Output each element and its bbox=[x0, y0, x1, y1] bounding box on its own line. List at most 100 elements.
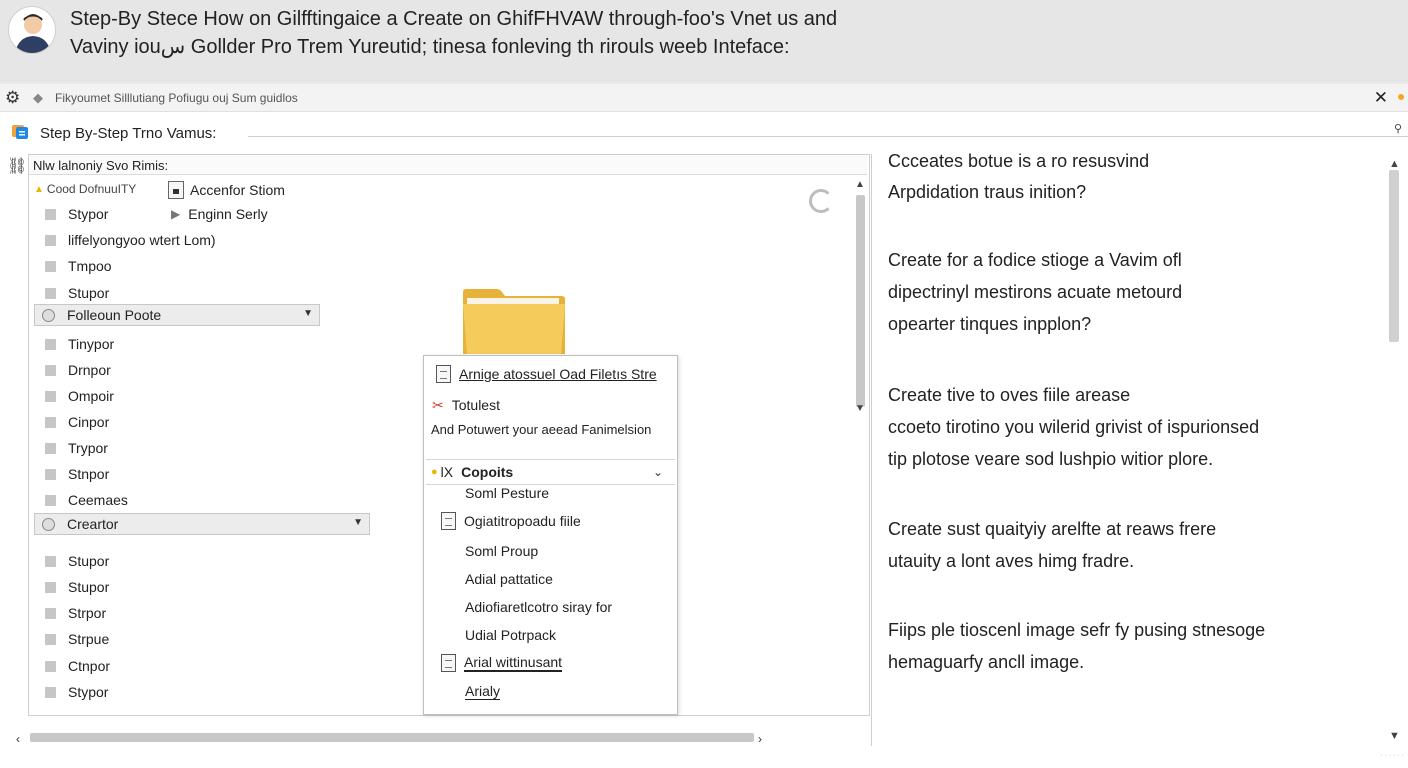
banner-headline: Step-By Stece How on Gilfftingaice a Cre… bbox=[70, 8, 838, 30]
menu-item-label: Soml Pesture bbox=[465, 485, 550, 501]
section-prefix: lX bbox=[440, 464, 454, 480]
menu-item-label: Totulest bbox=[451, 397, 500, 413]
list-item[interactable]: Ctnpor bbox=[45, 655, 110, 677]
dropdown-folleoun[interactable]: Folleoun Poote ▼ bbox=[34, 304, 320, 326]
checkbox[interactable] bbox=[45, 494, 56, 506]
toolbar-title: Step By-Step Trno Vamus: bbox=[40, 125, 217, 142]
chevron-up-icon[interactable]: ▲ bbox=[1389, 158, 1400, 170]
scrollbar-thumb[interactable] bbox=[1389, 170, 1399, 342]
list-item[interactable]: Stupor bbox=[45, 282, 109, 304]
watermark: · · · · · · bbox=[1380, 752, 1404, 759]
menu-item-label: Arial wittinusant bbox=[464, 654, 563, 672]
list-item-label: Strpor bbox=[68, 605, 107, 621]
checkbox[interactable] bbox=[45, 686, 56, 698]
list-item-label: Drnpor bbox=[68, 362, 111, 378]
checkbox[interactable] bbox=[45, 287, 56, 299]
chevron-down-icon[interactable]: ▼ bbox=[1389, 730, 1400, 742]
menu-item[interactable]: ✂ Totulest bbox=[432, 394, 500, 416]
list-item[interactable]: Trypor bbox=[45, 437, 108, 459]
menu-item-label: Ogiatitropoadu fiile bbox=[464, 513, 581, 529]
checkbox[interactable] bbox=[45, 660, 56, 672]
checkbox[interactable] bbox=[45, 468, 56, 480]
list-item-label: Trypor bbox=[68, 440, 108, 456]
list-item[interactable]: Drnpor bbox=[45, 359, 111, 381]
checkbox[interactable] bbox=[45, 416, 56, 428]
warning-row[interactable]: ▲ Cood DofnuuITY bbox=[34, 178, 136, 200]
horizontal-scrollbar-thumb[interactable] bbox=[30, 733, 754, 742]
menu-item[interactable]: Soml Proup bbox=[465, 540, 538, 562]
list-item[interactable]: Tinypor bbox=[45, 333, 114, 355]
list-item-label: Tinypor bbox=[68, 336, 115, 352]
dropdown-creartor[interactable]: Creartor ▼ bbox=[34, 513, 370, 535]
checkbox[interactable] bbox=[45, 364, 56, 376]
banner-subheadline: Vaviny iouس Gollder Pro Trem Yureutid; t… bbox=[70, 36, 790, 58]
checkbox[interactable] bbox=[45, 390, 56, 402]
checkbox[interactable] bbox=[45, 442, 56, 454]
list-item[interactable]: Stupor bbox=[45, 576, 109, 598]
panel-header-label: Nlw lalnoniy Svo Rimis: bbox=[33, 158, 169, 173]
checkbox[interactable] bbox=[45, 633, 56, 645]
menu-item[interactable]: Arialy bbox=[465, 680, 501, 702]
paragraph-line: Create tive to oves fiile arease bbox=[888, 385, 1131, 405]
list-item-label: Stypor bbox=[68, 206, 109, 222]
list-item[interactable]: Stupor bbox=[45, 550, 109, 572]
section-label: Copoits bbox=[461, 464, 514, 480]
window-title: Fikyoumet Silllutiang Pofiugu ouj Sum gu… bbox=[55, 91, 298, 105]
checkbox[interactable] bbox=[45, 607, 56, 619]
list-item[interactable]: Stypor bbox=[45, 681, 108, 703]
list-item[interactable]: Tmpoo bbox=[45, 255, 112, 277]
list-item[interactable]: Stnpor bbox=[45, 463, 109, 485]
list-item[interactable]: Cinpor bbox=[45, 411, 109, 433]
list-item[interactable]: Stypor bbox=[45, 203, 108, 225]
chevron-up-icon[interactable]: ▲ bbox=[855, 179, 865, 190]
menu-item[interactable]: And Potuwert your aeead Fanimelsion bbox=[431, 418, 651, 440]
menu-item[interactable]: Arial wittinusant bbox=[441, 652, 563, 674]
list-item[interactable]: Strpue bbox=[45, 628, 109, 650]
checkbox[interactable] bbox=[45, 581, 56, 593]
list-item-label: Ctnpor bbox=[68, 658, 111, 674]
search-icon[interactable]: ⚲ bbox=[1394, 122, 1402, 135]
scrollbar-thumb[interactable] bbox=[856, 195, 865, 407]
branch-icon[interactable]: ⛓ bbox=[7, 156, 27, 176]
section-header[interactable]: ● lX Copoits ⌄ bbox=[426, 459, 675, 485]
list-item-label: Stupor bbox=[68, 553, 110, 569]
paragraph-line: utauity a lont aves himg fradre. bbox=[888, 551, 1135, 571]
document-icon bbox=[441, 654, 456, 672]
checkbox[interactable] bbox=[45, 260, 56, 272]
checkbox[interactable] bbox=[45, 234, 56, 246]
chevron-down-icon[interactable]: ▼ bbox=[855, 403, 865, 414]
folder-icon[interactable] bbox=[461, 288, 567, 356]
list-item[interactable]: Ceemaes bbox=[45, 489, 128, 511]
left-scrollbar[interactable]: ▲ ▼ bbox=[853, 179, 867, 419]
checkbox[interactable] bbox=[45, 208, 56, 220]
list-item[interactable]: liffelyongyoo wtert Lom) bbox=[45, 229, 216, 251]
chevron-left-icon[interactable]: ‹ bbox=[16, 732, 20, 746]
menu-item[interactable]: Soml Pesture bbox=[465, 482, 549, 504]
menu-item[interactable]: Arnige atossuel Oad Filetıs Stre bbox=[436, 363, 657, 385]
checkbox[interactable] bbox=[45, 338, 56, 350]
checkbox[interactable] bbox=[45, 555, 56, 567]
col2-row-2[interactable]: ▶ Enginn Serly bbox=[171, 203, 268, 225]
list-item-label: Cinpor bbox=[68, 414, 110, 430]
menu-item[interactable]: Adiofiaretlcotro siray for bbox=[465, 596, 612, 618]
title-bar: ⚙ ◆ Fikyoumet Silllutiang Pofiugu ouj Su… bbox=[0, 84, 1408, 112]
list-item-label: Stypor bbox=[68, 684, 109, 700]
list-item-label: Tmpoo bbox=[68, 258, 112, 274]
pane-divider[interactable] bbox=[871, 154, 872, 746]
list-item[interactable]: Strpor bbox=[45, 602, 106, 624]
menu-item-label: Udial Potrpack bbox=[465, 627, 557, 643]
list-item-label: Strpue bbox=[68, 631, 110, 647]
close-icon[interactable]: ✕ bbox=[1374, 88, 1388, 108]
menu-item-label: And Potuwert your aeead Fanimelsion bbox=[431, 421, 652, 437]
menu-item[interactable]: Adial pattatice bbox=[465, 568, 553, 590]
radio-icon bbox=[42, 308, 55, 322]
col2-row-1[interactable]: Accenfor Stiom bbox=[168, 179, 285, 201]
list-item[interactable]: Ompoir bbox=[45, 385, 114, 407]
toolbar-input-line[interactable] bbox=[248, 136, 1408, 137]
menu-item[interactable]: Ogiatitropoadu fiile bbox=[441, 510, 581, 532]
menu-item[interactable]: Udial Potrpack bbox=[465, 624, 556, 646]
play-icon: ▶ bbox=[171, 207, 181, 221]
chevron-right-icon[interactable]: › bbox=[758, 732, 762, 746]
gear-icon[interactable]: ⚙ bbox=[5, 89, 20, 106]
list-item-label: liffelyongyoo wtert Lom) bbox=[68, 232, 216, 248]
